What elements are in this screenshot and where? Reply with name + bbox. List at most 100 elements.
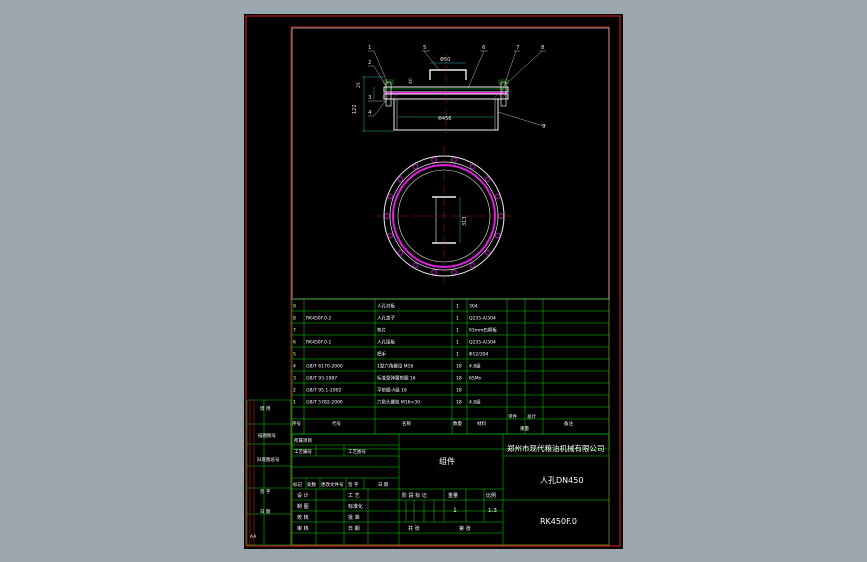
bom-header-weight: 重量 [520,425,529,432]
bom-cell-code: RK450F.0-1 [306,340,331,346]
bom-cell-qty: 18 [456,400,462,406]
bom-cell-code: RK450F.0-2 [306,316,331,322]
callout-9: 9 [542,124,546,130]
bom-cell-name: 1型六角螺母 M16 [377,363,414,370]
drawing-number: RK450F.0 [540,517,577,526]
bom-cell-name: 平垫圈-A级 16 [377,387,407,394]
part-name: 人孔DN450 [540,476,583,485]
view-border [291,27,610,300]
bom-header-code: 代号 [332,420,341,427]
outer-frame [245,15,621,547]
tb-design: 设 计 [297,492,309,499]
tb-approve: 批 准 [348,514,360,521]
tb-draw: 制 图 [297,503,309,510]
bom-cell-name: 人孔衬板 [377,303,395,310]
bolt-hole [469,262,476,269]
bom-cell-qty: 1 [456,328,459,334]
side-label-trace-no: 描图图号 [258,432,276,439]
bom-header-total: 总计 [527,413,536,420]
bolt-hole [451,269,457,275]
bom-cell-material: Φ12/304 [469,352,489,358]
side-label-borrow: 借 用 [260,405,270,412]
component-type: 组件 [439,456,455,466]
side-label-sign: 签 字 [260,488,271,495]
bom-cell-no: 7 [293,328,296,334]
bom-header-name: 名称 [402,420,411,427]
callout-3: 3 [368,95,372,101]
bolt-hole [469,163,476,170]
side-label-old-no: 旧底图总号 [257,456,280,463]
bom-cell-code: GB/T 6170-2000 [306,364,343,370]
bom-cell-code: GB/T 5782-2000 [306,400,343,406]
front-section-view: Φ50 Φ456 122 25 40 1 2 3 4 5 6 7 8 9 [352,45,546,134]
bom-cell-qty: 18 [456,376,462,382]
tb-process-no: 工艺编号 [294,448,312,455]
callout-4: 4 [368,110,372,116]
tb-mark: 标记 [293,481,302,488]
bolt-hole [484,249,491,256]
bom-cell-qty: 18 [456,364,462,370]
callout-1: 1 [368,45,372,51]
bom-cell-material: 4.8级 [469,363,481,370]
bom-cell-no: 1 [293,400,296,406]
dim-inner-diameter: Φ456 [438,116,451,122]
bom-table: 9 人孔衬板 1 304 8 RK450F.0-2 人孔盖子 1 Q235-A/304 7 垫片 1 δ… [291,298,610,450]
bom-cell-name: 垫片 [377,327,386,334]
tb-date: 日 期 [378,482,389,488]
bom-cell-no: 5 [293,352,296,358]
cad-drawing: Φ50 Φ456 122 25 40 1 2 3 4 5 6 7 8 9 313… [245,15,621,547]
side-label-date: 日 期 [260,509,271,515]
bom-cell-no: 3 [293,376,296,382]
sheet-total: 共 张 [408,525,420,532]
dim-height-total: 122 [352,104,358,114]
bom-cell-qty: 1 [456,352,459,358]
bom-cell-qty: 1 [456,304,459,310]
bom-header-material: 材料 [477,420,486,427]
quantity-value: 1 [453,507,457,514]
bom-cell-no: 4 [293,364,296,370]
tb-process: 工 艺 [348,493,360,499]
bom-rows: 9 人孔衬板 1 304 8 RK450F.0-2 人孔盖子 1 Q235-A/304 7 垫片 1 δ… [293,303,497,406]
bom-cell-qty: 1 [456,340,459,346]
callout-5: 5 [423,45,427,51]
bom-cell-name: 人孔接板 [377,339,395,346]
callout-8: 8 [541,45,545,51]
bom-cell-no: 8 [293,316,296,322]
bom-cell-name: 把手 [377,351,386,358]
tb-change-doc: 更改文件号 [321,481,344,488]
callout-6: 6 [482,45,486,51]
bolt-hole [431,269,437,275]
bom-cell-no: 2 [293,388,296,394]
callout-7: 7 [516,45,520,51]
bom-cell-qty: 1 [456,316,459,322]
bom-header-unit: 单件 [508,413,517,420]
bolt-hole [412,163,419,170]
tb-review: 审 核 [297,525,309,532]
tb-standard: 标准化 [348,503,363,510]
corner-mark: AA [250,534,257,540]
bolt-hole [484,176,491,183]
tb-check: 校 核 [297,514,309,521]
bom-cell-material: δ3mm石棉板 [469,327,497,334]
tb-design-item: 所属项目 [294,437,312,444]
company-name: 郑州市现代粮油机械有限公司 [507,443,605,453]
weight-label: 重量 [448,492,458,499]
title-block: 借 用 描图图号 旧底图总号 签 字 日 期 AA 所属项目 工艺编号 工艺图号… [246,399,610,546]
bom-cell-no: 9 [293,304,296,310]
bom-cell-qty: 18 [456,388,462,394]
tb-count: 处数 [307,481,316,488]
bolt-hole [387,193,394,200]
bom-header-qty: 数量 [453,420,462,427]
dim-center-span: 313 [462,216,468,226]
bom-cell-code: GB/T 93-1987 [306,376,337,382]
callout-2: 2 [368,60,372,66]
tb-day: 日 期 [348,526,360,532]
scale-value: 1:3 [488,508,497,514]
bom-cell-material: 304 [469,304,478,310]
bolt-hole [451,157,457,163]
bolt-hole [412,262,419,269]
bom-cell-material: Q235-A/304 [469,340,496,346]
bom-cell-name: 标准型弹簧垫圈 16 [377,375,416,382]
tb-sign: 签 字 [348,481,359,488]
drawing-frame [290,26,610,546]
